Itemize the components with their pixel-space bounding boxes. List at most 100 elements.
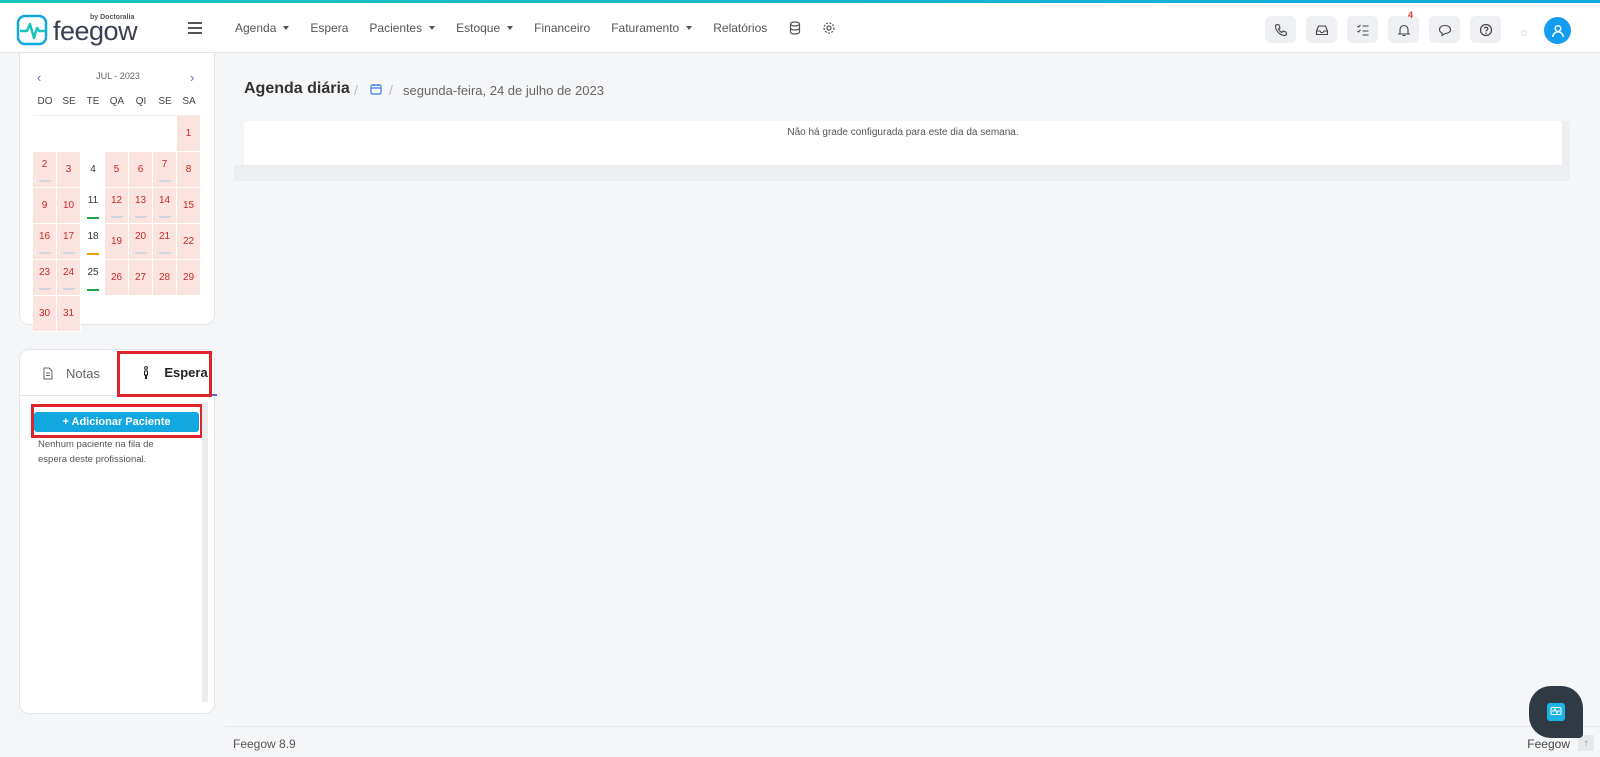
gear-icon[interactable] bbox=[822, 21, 836, 35]
calendar-day[interactable]: 13 bbox=[129, 188, 153, 224]
waitlist-scrollbar[interactable] bbox=[202, 404, 208, 702]
calendar-day[interactable]: 21 bbox=[153, 224, 177, 260]
menu-item-label: Pacientes bbox=[369, 21, 423, 35]
weekday-label: SE bbox=[62, 96, 76, 107]
menu-item-pacientes[interactable]: Pacientes bbox=[359, 3, 446, 53]
menu-item-estoque[interactable]: Estoque bbox=[446, 3, 524, 53]
calendar-day[interactable]: 5 bbox=[105, 152, 129, 188]
help-icon bbox=[1479, 23, 1492, 36]
calendar-day-empty bbox=[81, 116, 105, 152]
weekday-label: QA bbox=[109, 96, 125, 107]
main-menu: Agenda Espera Pacientes Estoque Financei… bbox=[225, 3, 846, 53]
footer-version: Feegow 8.9 bbox=[233, 737, 296, 751]
calendar-day[interactable]: 18 bbox=[81, 224, 105, 260]
calendar-day[interactable]: 14 bbox=[153, 188, 177, 224]
menu-item-label: Agenda bbox=[235, 21, 277, 35]
calendar-day[interactable]: 2 bbox=[33, 152, 57, 188]
calendar-month-title: JUL - 2023 bbox=[96, 71, 140, 81]
breadcrumb-date: segunda-feira, 24 de julho de 2023 bbox=[403, 83, 604, 98]
toolbar-right: 4 bbox=[1255, 10, 1501, 43]
menu-item-espera[interactable]: Espera bbox=[300, 3, 359, 53]
logo-text: feegow bbox=[53, 16, 138, 46]
menu-item-faturamento[interactable]: Faturamento bbox=[601, 3, 703, 53]
feegow-logo-icon bbox=[16, 14, 48, 46]
no-grid-message: Não há grade configurada para este dia d… bbox=[787, 127, 1019, 138]
caret-down-icon bbox=[507, 26, 514, 30]
weekday-label: SA bbox=[182, 96, 196, 107]
mini-calendar: ‹ JUL - 2023 › DO SE TE QA QI SE SA 1 2 … bbox=[19, 53, 215, 332]
weekday-label: DO bbox=[37, 96, 53, 107]
breadcrumb-separator: / bbox=[354, 82, 358, 98]
calendar-next-icon[interactable]: › bbox=[190, 70, 194, 85]
menu-toggle-icon[interactable] bbox=[188, 22, 202, 34]
caret-down-icon bbox=[283, 26, 290, 30]
tab-notas[interactable]: Notas bbox=[42, 350, 100, 396]
calendar-day[interactable]: 20 bbox=[129, 224, 153, 260]
caret-down-icon bbox=[429, 26, 436, 30]
monitor-icon bbox=[1547, 703, 1565, 721]
weekday-label: TE bbox=[86, 96, 100, 107]
calendar-day[interactable]: 26 bbox=[105, 260, 129, 296]
calendar-day[interactable]: 10 bbox=[57, 188, 81, 224]
calendar-day-empty bbox=[153, 116, 177, 152]
feegow-logo[interactable]: by Doctoralia feegow bbox=[16, 12, 141, 48]
top-navbar: by Doctoralia feegow Agenda Espera Pacie… bbox=[0, 3, 1600, 53]
calendar-day[interactable]: 22 bbox=[177, 224, 201, 260]
menu-item-relatorios[interactable]: Relatórios bbox=[703, 3, 778, 53]
weekday-label: QI bbox=[135, 96, 147, 107]
calendar-day[interactable]: 17 bbox=[57, 224, 81, 260]
document-icon bbox=[43, 367, 53, 379]
calendar-day-empty bbox=[33, 116, 57, 152]
notification-badge: 4 bbox=[1407, 10, 1413, 20]
calendar-day[interactable]: 23 bbox=[33, 260, 57, 296]
database-icon[interactable] bbox=[788, 21, 802, 35]
calendar-day[interactable]: 1 bbox=[177, 116, 201, 152]
calendar-day[interactable]: 27 bbox=[129, 260, 153, 296]
notifications-button[interactable]: 4 bbox=[1388, 10, 1419, 43]
calendar-day[interactable]: 11 bbox=[81, 188, 105, 224]
calendar-day[interactable]: 9 bbox=[33, 188, 57, 224]
menu-item-label: Faturamento bbox=[611, 21, 680, 35]
highlight-box-espera bbox=[117, 351, 212, 397]
breadcrumb-separator: / bbox=[389, 82, 393, 98]
user-icon bbox=[1551, 24, 1564, 37]
schedule-horizontal-scrollbar[interactable] bbox=[234, 165, 1564, 181]
calendar-day[interactable]: 29 bbox=[177, 260, 201, 296]
status-dot bbox=[1521, 30, 1527, 36]
calendar-day[interactable]: 7 bbox=[153, 152, 177, 188]
calendar-day[interactable]: 6 bbox=[129, 152, 153, 188]
calendar-day[interactable]: 31 bbox=[57, 296, 81, 332]
calendar-day[interactable]: 3 bbox=[57, 152, 81, 188]
calendar-day[interactable]: 4 bbox=[81, 152, 105, 188]
support-widget-button[interactable] bbox=[1529, 686, 1583, 738]
tasks-button[interactable] bbox=[1347, 16, 1378, 43]
calendar-day[interactable]: 15 bbox=[177, 188, 201, 224]
footer-brand: Feegow bbox=[1527, 737, 1570, 751]
calendar-day-empty bbox=[57, 116, 81, 152]
bell-icon bbox=[1397, 24, 1410, 36]
calendar-day[interactable]: 28 bbox=[153, 260, 177, 296]
inbox-button[interactable] bbox=[1306, 16, 1337, 43]
schedule-vertical-scrollbar[interactable] bbox=[1562, 121, 1570, 181]
calendar-day-empty bbox=[129, 116, 153, 152]
user-avatar[interactable] bbox=[1544, 17, 1571, 44]
help-button[interactable] bbox=[1470, 16, 1501, 43]
waitlist-empty-message: Nenhum paciente na fila de espera deste … bbox=[38, 439, 154, 465]
menu-item-label: Espera bbox=[310, 21, 349, 35]
calendar-grid: 1 2 3 4 5 6 7 8 9 10 11 12 13 14 15 16 1… bbox=[33, 115, 201, 332]
menu-item-financeiro[interactable]: Financeiro bbox=[524, 3, 601, 53]
highlight-box-add-patient bbox=[31, 404, 203, 438]
menu-item-label: Relatórios bbox=[713, 21, 768, 35]
calendar-day[interactable]: 12 bbox=[105, 188, 129, 224]
menu-item-agenda[interactable]: Agenda bbox=[225, 3, 300, 53]
calendar-day[interactable]: 25 bbox=[81, 260, 105, 296]
calendar-day[interactable]: 8 bbox=[177, 152, 201, 188]
calendar-icon[interactable] bbox=[370, 83, 382, 95]
calendar-day[interactable]: 16 bbox=[33, 224, 57, 260]
chat-button[interactable] bbox=[1429, 16, 1460, 43]
calendar-day[interactable]: 24 bbox=[57, 260, 81, 296]
calendar-day[interactable]: 30 bbox=[33, 296, 57, 332]
calendar-day[interactable]: 19 bbox=[105, 224, 129, 260]
checklist-icon bbox=[1356, 24, 1368, 36]
phone-button[interactable] bbox=[1265, 16, 1296, 43]
